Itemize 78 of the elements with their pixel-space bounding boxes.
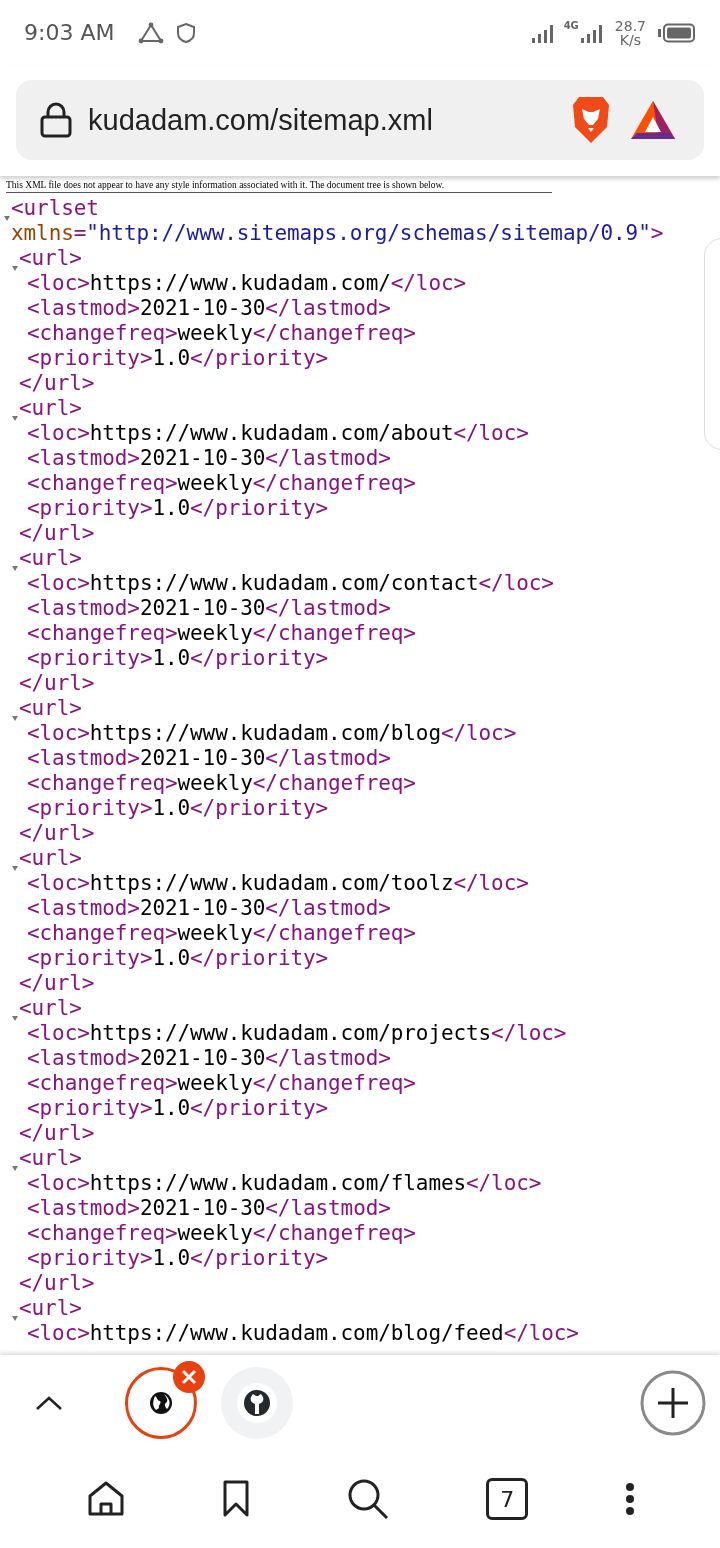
xml-line: </url> [19, 671, 95, 696]
signal-icon [531, 22, 556, 43]
url-text: kudadam.com/sitemap.xml [88, 103, 433, 137]
xml-line: <url> [19, 1296, 82, 1321]
shield-icon [176, 21, 197, 44]
bookmark-icon[interactable] [221, 1480, 250, 1518]
signal-icon [580, 22, 603, 43]
xml-line: <changefreq>weekly</changefreq> [27, 921, 416, 946]
xml-line: <loc>https://www.kudadam.com/contact</loc> [27, 571, 554, 596]
xml-line: <lastmod>2021-10-30</lastmod> [27, 296, 391, 321]
xml-notice: This XML file does not appear to have any style information associated with it. The document tree is shown below. [5, 179, 446, 190]
xml-line: </url> [19, 971, 95, 996]
xml-line: <lastmod>2021-10-30</lastmod> [27, 596, 391, 621]
speed-unit: K/s [619, 32, 641, 47]
xml-line: <loc>https://www.kudadam.com/about</loc> [27, 421, 529, 446]
xml-line: <loc>https://www.kudadam.com/</loc> [27, 271, 467, 296]
xml-line: </url> [19, 821, 95, 846]
xml-line: </url> [19, 1121, 95, 1146]
xml-line: <priority>1.0</priority> [27, 346, 329, 371]
collapse-triangle-icon[interactable] [4, 216, 10, 221]
collapse-triangle-icon[interactable] [12, 716, 18, 721]
xml-line: </url> [19, 1271, 95, 1296]
status-time: 9:03 AM [24, 20, 115, 45]
collapse-triangle-icon[interactable] [12, 1316, 18, 1321]
xml-line: <priority>1.0</priority> [27, 646, 329, 671]
xml-line: <url> [19, 246, 82, 271]
xml-line: <lastmod>2021-10-30</lastmod> [27, 1196, 391, 1221]
globe-icon [149, 1390, 173, 1415]
chevron-up-icon[interactable] [35, 1394, 63, 1411]
xml-line: <loc>https://www.kudadam.com/blog</loc> [27, 721, 517, 746]
network-type: 4G [563, 20, 579, 31]
home-icon[interactable] [86, 1480, 125, 1518]
xml-line: <changefreq>weekly</changefreq> [27, 771, 416, 796]
collapse-triangle-icon[interactable] [12, 266, 18, 271]
xml-line: <url> [19, 696, 82, 721]
xml-line: <changefreq>weekly</changefreq> [27, 621, 416, 646]
network-speed: 28.7 [614, 18, 646, 33]
collapse-triangle-icon[interactable] [12, 566, 18, 571]
close-icon[interactable] [173, 1360, 205, 1393]
lock-icon [40, 102, 72, 138]
triangle-nodes-icon [138, 21, 165, 44]
xml-line: <lastmod>2021-10-30</lastmod> [27, 896, 391, 921]
collapse-triangle-icon[interactable] [12, 1166, 18, 1171]
xml-line: <lastmod>2021-10-30</lastmod> [27, 446, 391, 471]
more-icon[interactable] [625, 1482, 636, 1516]
xml-line: <lastmod>2021-10-30</lastmod> [27, 1046, 391, 1071]
xml-line: <priority>1.0</priority> [27, 796, 329, 821]
xml-line: <changefreq>weekly</changefreq> [27, 471, 416, 496]
collapse-triangle-icon[interactable] [12, 1016, 18, 1021]
xml-line: <loc>https://www.kudadam.com/blog/feed</loc> [27, 1321, 579, 1346]
xml-line: <url> [19, 1146, 82, 1171]
xml-line: <lastmod>2021-10-30</lastmod> [27, 746, 391, 771]
xml-line: <url> [19, 396, 82, 421]
xml-line: <priority>1.0</priority> [27, 1096, 329, 1121]
xml-line: <changefreq>weekly</changefreq> [27, 1221, 416, 1246]
battery-icon [658, 22, 696, 43]
xml-line: <url> [19, 846, 82, 871]
xml-line: </url> [19, 371, 95, 396]
tab-count-button[interactable]: 7 [486, 1478, 529, 1520]
xml-line: <loc>https://www.kudadam.com/toolz</loc> [27, 871, 529, 896]
collapse-triangle-icon[interactable] [12, 416, 18, 421]
triangle-logo-icon[interactable] [629, 99, 677, 141]
xml-line: <priority>1.0</priority> [27, 496, 329, 521]
xml-line: <url> [19, 546, 82, 571]
collapse-triangle-icon[interactable] [12, 866, 18, 871]
xml-line: xmlns="http://www.sitemaps.org/schemas/sitemap/0.9"> [11, 221, 664, 246]
search-icon[interactable] [346, 1478, 389, 1520]
xml-line: <changefreq>weekly</changefreq> [27, 1071, 416, 1096]
xml-line: <loc>https://www.kudadam.com/flames</loc> [27, 1171, 542, 1196]
xml-line: </url> [19, 521, 95, 546]
address-bar[interactable]: kudadam.com/sitemap.xml [16, 80, 704, 160]
new-tab-icon[interactable] [640, 1369, 706, 1436]
xml-line: <priority>1.0</priority> [27, 1246, 329, 1271]
xml-line: <priority>1.0</priority> [27, 946, 329, 971]
xml-line: <urlset [11, 196, 99, 221]
xml-line: <changefreq>weekly</changefreq> [27, 321, 416, 346]
xml-line: <url> [19, 996, 82, 1021]
xml-line: <loc>https://www.kudadam.com/projects</loc> [27, 1021, 567, 1046]
